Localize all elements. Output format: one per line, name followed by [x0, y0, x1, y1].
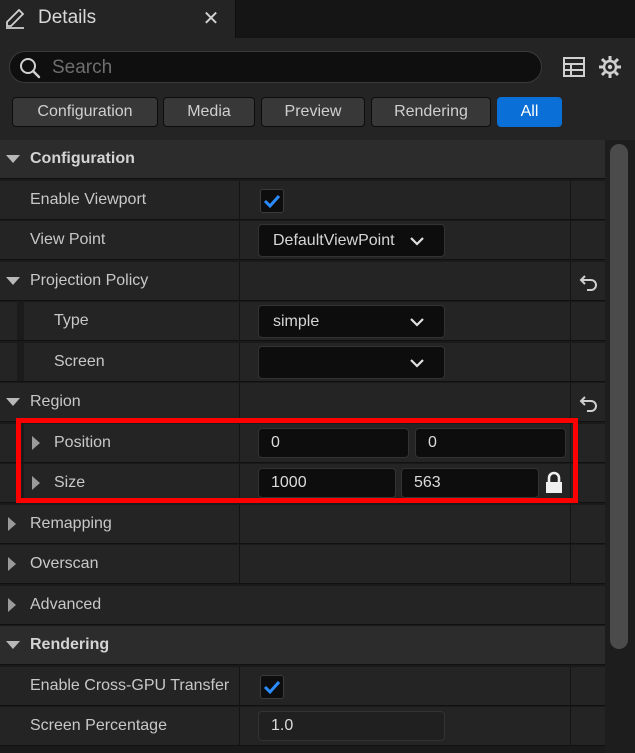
scroll-thumb[interactable]: [610, 144, 628, 649]
dropdown-value: DefaultViewPoint: [273, 232, 395, 249]
filter-media[interactable]: Media: [163, 97, 255, 127]
property-label: Screen: [54, 353, 105, 370]
reset-to-default-icon[interactable]: [578, 393, 600, 413]
row-enable-viewport: Enable Viewport: [0, 181, 605, 220]
category-rendering[interactable]: Rendering: [0, 626, 605, 665]
row-type: Type simple: [0, 302, 605, 341]
screen-dropdown[interactable]: [258, 346, 445, 379]
type-dropdown[interactable]: simple: [258, 305, 445, 338]
details-tab[interactable]: Details ✕: [0, 0, 236, 38]
expand-arrow-icon[interactable]: [8, 557, 16, 571]
close-icon[interactable]: ✕: [201, 6, 221, 31]
check-icon: [263, 194, 281, 209]
enable-viewport-checkbox[interactable]: [260, 189, 284, 213]
category-label: Rendering: [30, 636, 110, 653]
row-view-point: View Point DefaultViewPoint: [0, 221, 605, 260]
filter-configuration[interactable]: Configuration: [12, 97, 158, 127]
property-label: Region: [30, 393, 81, 410]
category-label: Configuration: [30, 150, 135, 167]
screen-percentage-field[interactable]: 1.0: [258, 711, 445, 741]
property-label: Overscan: [30, 555, 99, 572]
row-region[interactable]: Region: [0, 383, 605, 422]
search-icon: [20, 58, 41, 79]
search-box[interactable]: [9, 51, 542, 83]
chevron-down-icon: [410, 237, 424, 246]
property-label: View Point: [30, 231, 106, 248]
collapse-arrow-icon[interactable]: [6, 155, 20, 163]
tab-title: Details: [38, 7, 97, 28]
property-label: Projection Policy: [30, 272, 149, 289]
field-value: 1.0: [271, 717, 294, 734]
property-label: Advanced: [30, 596, 102, 613]
filter-rendering[interactable]: Rendering: [371, 97, 491, 127]
dropdown-value: simple: [273, 313, 320, 330]
search-input[interactable]: [50, 54, 534, 82]
filter-preview[interactable]: Preview: [261, 97, 365, 127]
table-view-icon[interactable]: [562, 55, 586, 79]
vertical-scrollbar[interactable]: [605, 140, 635, 753]
property-label: Screen Percentage: [30, 717, 167, 734]
row-projection-policy[interactable]: Projection Policy: [0, 262, 605, 301]
property-label: Type: [54, 312, 89, 329]
highlight-box: [16, 418, 578, 503]
chevron-down-icon: [410, 359, 424, 368]
gear-icon[interactable]: [598, 55, 622, 79]
tab-bar: Details ✕: [0, 0, 635, 38]
reset-to-default-icon[interactable]: [578, 272, 600, 292]
row-advanced[interactable]: Advanced: [0, 586, 605, 625]
row-screen: Screen: [0, 343, 605, 382]
row-screen-percentage: Screen Percentage 1.0: [0, 707, 605, 746]
row-enable-cross-gpu: Enable Cross-GPU Transfer: [0, 667, 605, 706]
collapse-arrow-icon[interactable]: [6, 398, 20, 406]
row-overscan[interactable]: Overscan: [0, 545, 605, 584]
property-label: Remapping: [30, 515, 112, 532]
enable-cross-gpu-checkbox[interactable]: [260, 675, 284, 699]
chevron-down-icon: [410, 318, 424, 327]
collapse-arrow-icon[interactable]: [6, 277, 20, 285]
pencil-icon: [6, 8, 25, 29]
check-icon: [263, 680, 281, 695]
collapse-arrow-icon[interactable]: [6, 641, 20, 649]
property-label: Enable Viewport: [30, 191, 147, 208]
details-toolbar: Configuration Media Preview Rendering Al…: [0, 38, 635, 140]
category-configuration[interactable]: Configuration: [0, 140, 605, 179]
view-point-dropdown[interactable]: DefaultViewPoint: [258, 224, 445, 257]
property-label: Enable Cross-GPU Transfer: [30, 677, 230, 694]
expand-arrow-icon[interactable]: [8, 598, 16, 612]
filter-all[interactable]: All: [497, 97, 562, 127]
expand-arrow-icon[interactable]: [8, 517, 16, 531]
row-remapping[interactable]: Remapping: [0, 505, 605, 544]
